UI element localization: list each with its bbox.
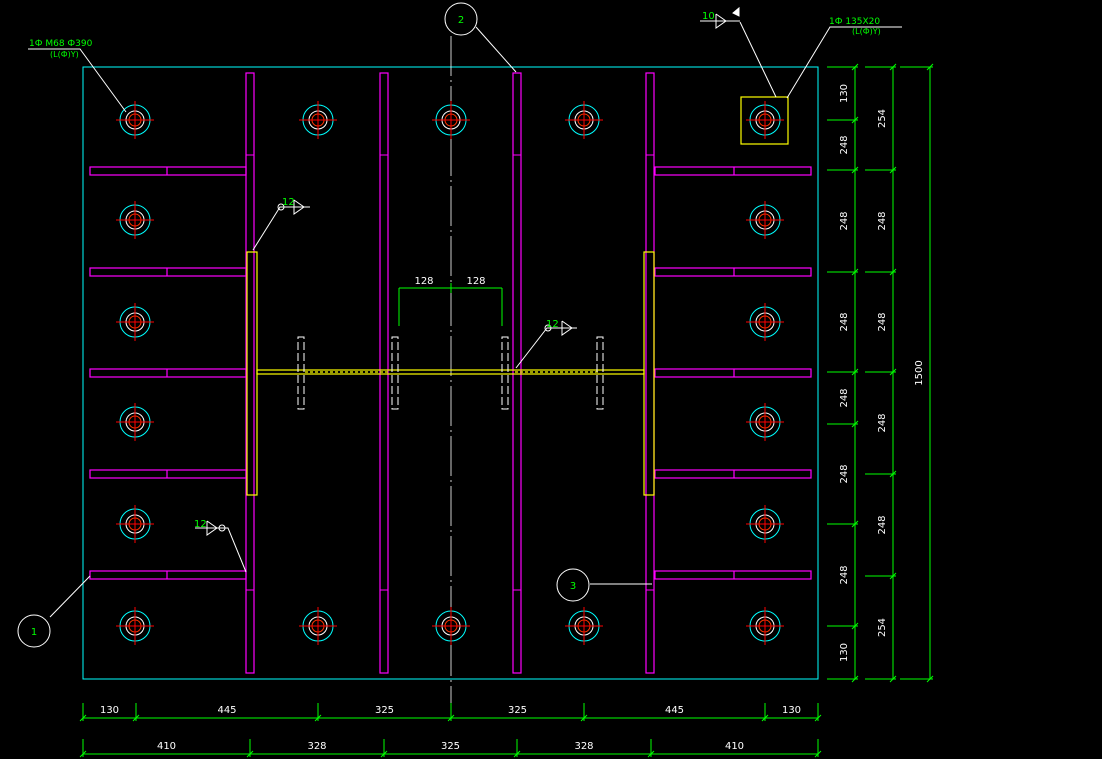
weld-label-b: 12 bbox=[546, 319, 559, 330]
anchor-bolt bbox=[565, 607, 603, 645]
dim-center-right: 128 bbox=[466, 276, 485, 287]
anchor-bolt bbox=[432, 607, 470, 645]
dim-right_col2-4: 248 bbox=[877, 515, 888, 534]
weld-label-c: 12 bbox=[194, 519, 207, 530]
anchor-bolt bbox=[116, 607, 154, 645]
dim-right_col1-3: 248 bbox=[839, 312, 850, 331]
horizontal-stiffeners-left bbox=[89, 166, 247, 580]
dim-right_col2-2: 248 bbox=[877, 312, 888, 331]
svg-text:2: 2 bbox=[458, 15, 464, 26]
anchor-bolts bbox=[116, 101, 784, 645]
anchor-bolt bbox=[565, 101, 603, 139]
dim-right_col1-6: 248 bbox=[839, 565, 850, 584]
weld-symbols bbox=[206, 6, 740, 536]
dim-bottom_row1-4: 445 bbox=[665, 705, 684, 716]
anchor-bolt bbox=[746, 403, 784, 441]
callout-2: 2 bbox=[444, 2, 478, 36]
callout-1: 1 bbox=[17, 614, 51, 648]
dim-right_col2-5: 254 bbox=[877, 618, 888, 637]
dim-bottom_row2-0: 410 bbox=[157, 741, 176, 752]
dim-center-left: 128 bbox=[414, 276, 433, 287]
dim-bottom_row2-3: 328 bbox=[574, 741, 593, 752]
anchor-bolt bbox=[746, 303, 784, 341]
svg-text:1: 1 bbox=[31, 627, 37, 638]
anchor-bolt bbox=[746, 505, 784, 543]
svg-text:3: 3 bbox=[570, 581, 576, 592]
dim-bottom_row1-3: 325 bbox=[508, 705, 527, 716]
dim-right_col2-0: 254 bbox=[877, 109, 888, 128]
anchor-bolt bbox=[116, 201, 154, 239]
dim-bottom_row2-4: 410 bbox=[725, 741, 744, 752]
anchor-bolt bbox=[746, 607, 784, 645]
cad-drawing: 128 128 10 12 12 12 1Ф M68 Ф390 (L(Ф)Y) … bbox=[17, 2, 934, 758]
dim-bottom_row1-5: 130 bbox=[782, 705, 801, 716]
splice-plates bbox=[297, 336, 604, 410]
weld-label-top: 10 bbox=[702, 11, 715, 22]
dim-right_col2-3: 248 bbox=[877, 413, 888, 432]
callout-3: 3 bbox=[556, 568, 590, 602]
anchor-bolt bbox=[299, 101, 337, 139]
dim-bottom_row2-2: 325 bbox=[441, 741, 460, 752]
dim-bottom_row1-1: 445 bbox=[217, 705, 236, 716]
right-dimensions: 130 248 248 248 248 248 248 130 254 248 248 248 248 2… bbox=[827, 63, 934, 683]
center-dimension bbox=[398, 283, 503, 326]
dim-right_col1-7: 130 bbox=[839, 643, 850, 662]
dim-bottom_row2-1: 328 bbox=[307, 741, 326, 752]
dim-bottom_row1-2: 325 bbox=[375, 705, 394, 716]
dim-right_col1-0: 130 bbox=[839, 84, 850, 103]
anchor-bolt bbox=[299, 607, 337, 645]
vertical-stiffeners bbox=[245, 72, 655, 674]
base-plate bbox=[82, 66, 819, 680]
anchor-bolt bbox=[116, 505, 154, 543]
anchor-bolt-label: 1Ф M68 Ф390 bbox=[29, 39, 93, 49]
dim-total-height: 1500 bbox=[914, 360, 925, 385]
anchor-bolt bbox=[116, 403, 154, 441]
anchor-bolt bbox=[432, 101, 470, 139]
plate-label: 1Ф 135X20 bbox=[829, 17, 880, 27]
dim-right_col2-1: 248 bbox=[877, 211, 888, 230]
anchor-bolt bbox=[116, 303, 154, 341]
horizontal-stiffeners-right bbox=[654, 166, 812, 580]
plate-sublabel: (L(Ф)Y) bbox=[852, 27, 881, 36]
weld-label-a: 12 bbox=[282, 197, 295, 208]
bottom-dimensions: 130 445 325 325 445 130 410 328 325 328 410 bbox=[79, 703, 822, 758]
anchor-bolt bbox=[746, 201, 784, 239]
dim-bottom_row1-0: 130 bbox=[100, 705, 119, 716]
anchor-bolt-sublabel: (L(Ф)Y) bbox=[50, 50, 79, 59]
dim-right_col1-2: 248 bbox=[839, 211, 850, 230]
anchor-bolt bbox=[746, 101, 784, 139]
dim-right_col1-4: 248 bbox=[839, 388, 850, 407]
dim-right_col1-1: 248 bbox=[839, 135, 850, 154]
dim-right_col1-5: 248 bbox=[839, 464, 850, 483]
